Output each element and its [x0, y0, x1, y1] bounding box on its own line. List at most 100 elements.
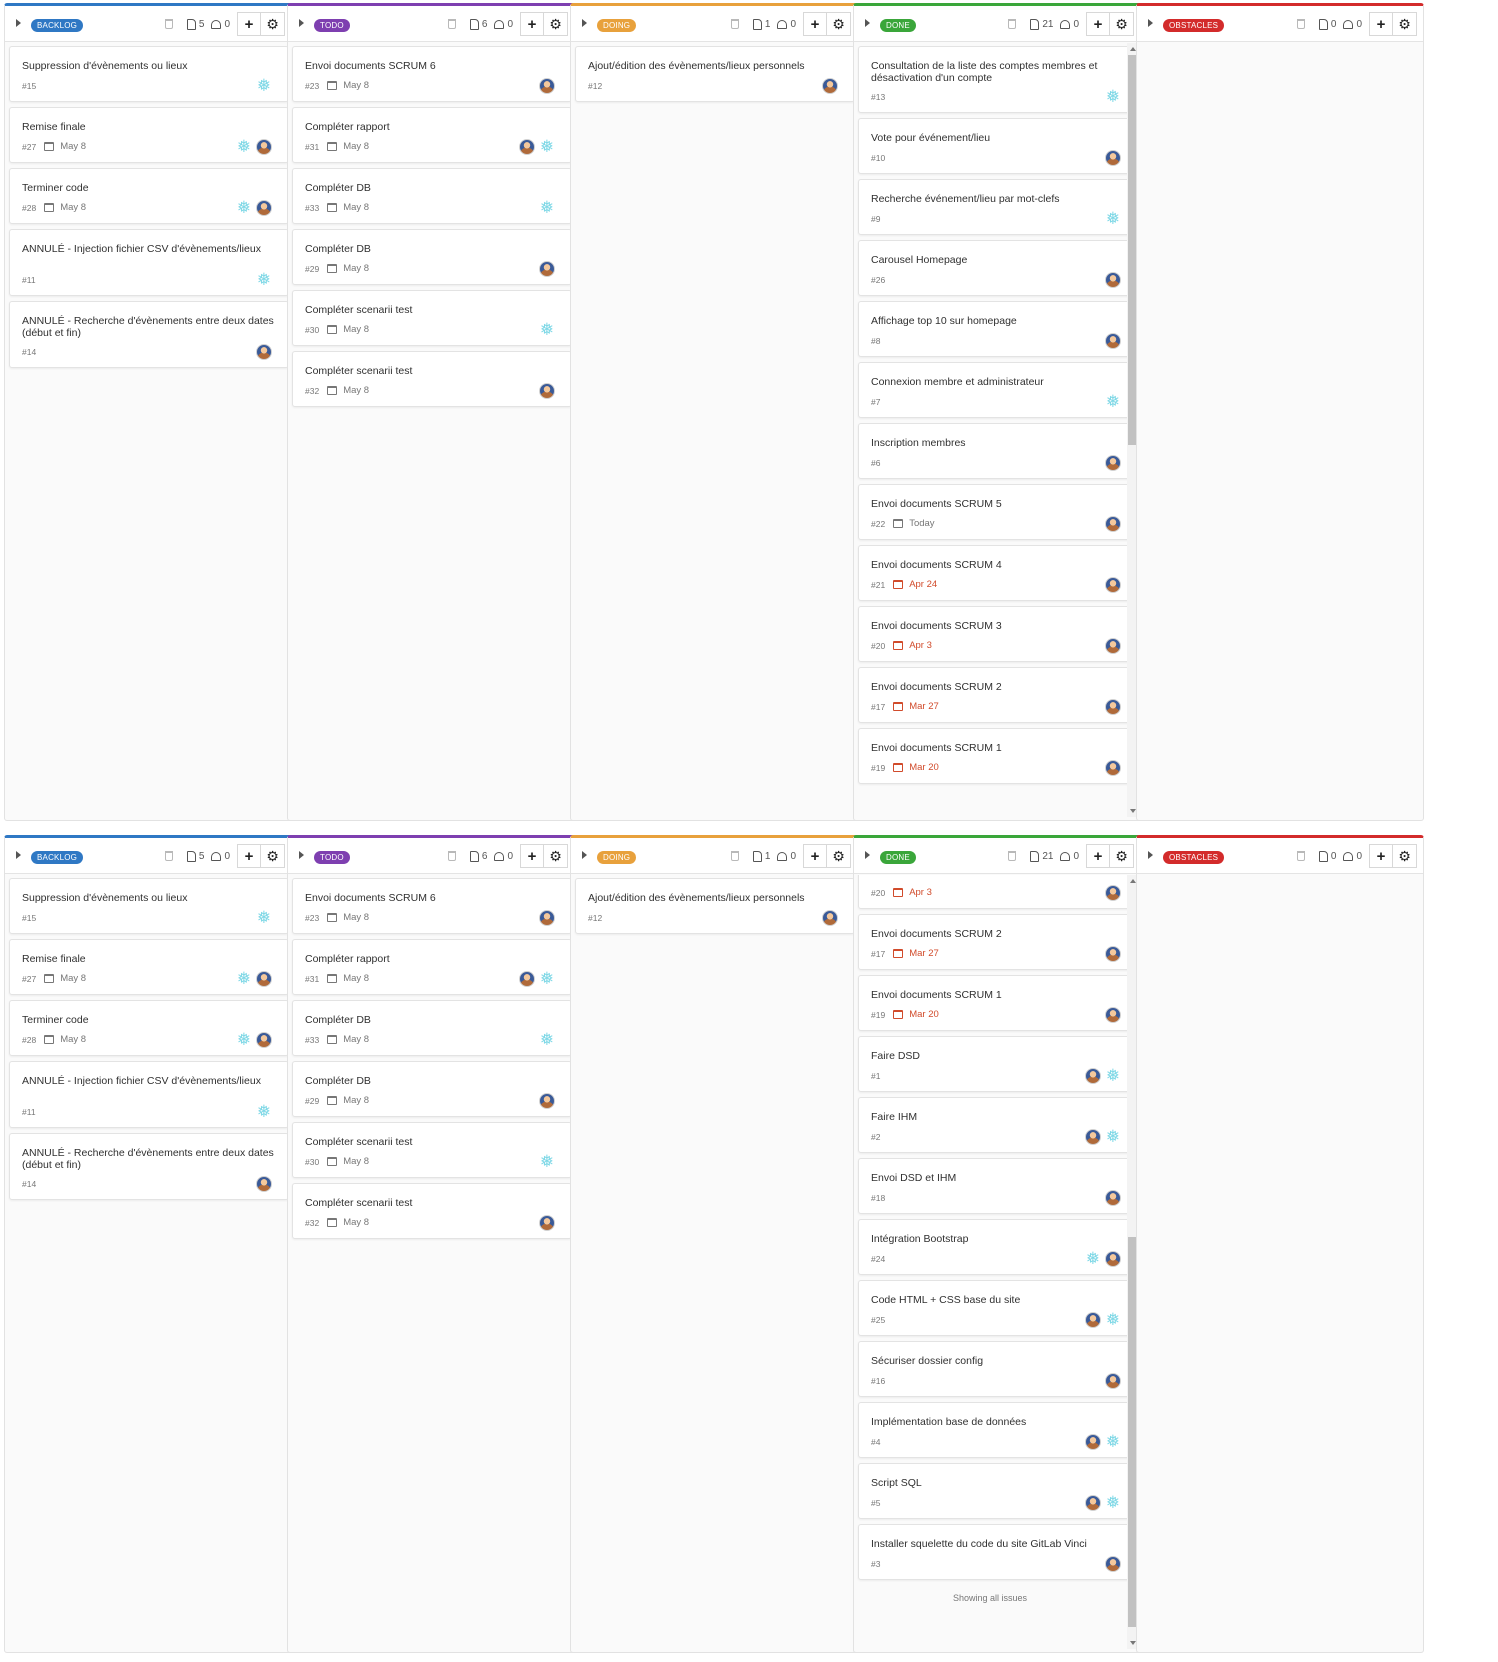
caret-right-icon[interactable] [582, 19, 587, 27]
issue-title[interactable]: Envoi documents SCRUM 6 [305, 892, 561, 904]
issue-title[interactable]: Vote pour événement/lieu [871, 132, 1127, 144]
trash-icon[interactable] [1008, 19, 1017, 29]
snowflake-avatar-icon[interactable]: ❅ [539, 138, 555, 155]
issue-title[interactable]: ANNULÉ - Injection fichier CSV d'évèneme… [22, 1075, 278, 1087]
trash-icon[interactable] [447, 19, 456, 29]
gear-icon[interactable]: ⚙ [1110, 844, 1134, 868]
issue-card[interactable]: Recherche événement/lieu par mot-clefs #9… [858, 179, 1138, 235]
avatar[interactable] [1085, 1434, 1101, 1450]
trash-icon[interactable] [447, 851, 456, 861]
issue-card[interactable]: Envoi documents SCRUM 2 #17 Mar 27 [858, 914, 1138, 970]
avatar[interactable] [1105, 946, 1121, 962]
issue-title[interactable]: Implémentation base de données [871, 1416, 1127, 1428]
issue-title[interactable]: Compléter DB [305, 1075, 561, 1087]
issue-title[interactable]: Terminer code [22, 1014, 278, 1026]
issue-title[interactable]: Ajout/édition des évènements/lieux perso… [588, 60, 844, 72]
avatar[interactable] [1085, 1068, 1101, 1084]
avatar[interactable] [1085, 1129, 1101, 1145]
avatar[interactable] [1105, 150, 1121, 166]
issue-card[interactable]: Compléter scenarii test #32 May 8 [292, 351, 572, 407]
add-issue-button[interactable]: + [1086, 12, 1110, 36]
issue-title[interactable]: ANNULÉ - Injection fichier CSV d'évèneme… [22, 243, 278, 255]
caret-right-icon[interactable] [865, 19, 870, 27]
snowflake-avatar-icon[interactable]: ❅ [256, 1103, 272, 1120]
issue-card[interactable]: Compléter DB #33 May 8 ❅ [292, 168, 572, 224]
issue-card[interactable]: ANNULÉ - Recherche d'évènements entre de… [9, 1133, 289, 1200]
issue-title[interactable]: Envoi documents SCRUM 1 [871, 989, 1127, 1001]
avatar[interactable] [822, 78, 838, 94]
add-issue-button[interactable]: + [237, 844, 261, 868]
issue-card[interactable]: Compléter scenarii test #32 May 8 [292, 1183, 572, 1239]
issue-card[interactable]: Compléter scenarii test #30 May 8 ❅ [292, 1122, 572, 1178]
issue-title[interactable]: Compléter rapport [305, 953, 561, 965]
issue-card[interactable]: Envoi documents SCRUM 4 #21 Apr 24 [858, 545, 1138, 601]
issue-card[interactable]: Script SQL #5 ❅ [858, 1463, 1138, 1519]
avatar[interactable] [256, 344, 272, 360]
snowflake-avatar-icon[interactable]: ❅ [539, 970, 555, 987]
avatar[interactable] [1105, 1373, 1121, 1389]
issue-card[interactable]: Inscription membres #6 [858, 423, 1138, 479]
column-label[interactable]: BACKLOG [31, 19, 84, 32]
snowflake-avatar-icon[interactable]: ❅ [1105, 1311, 1121, 1328]
issue-card[interactable]: Envoi DSD et IHM #18 [858, 1158, 1138, 1214]
snowflake-avatar-icon[interactable]: ❅ [539, 321, 555, 338]
issue-card[interactable]: Envoi documents SCRUM 3 #20 Apr 3 [858, 606, 1138, 662]
snowflake-avatar-icon[interactable]: ❅ [1105, 1067, 1121, 1084]
issue-card[interactable]: ANNULÉ - Recherche d'évènements entre de… [9, 301, 289, 368]
issue-card[interactable]: Compléter scenarii test #30 May 8 ❅ [292, 290, 572, 346]
caret-right-icon[interactable] [1148, 19, 1153, 27]
issue-title[interactable]: Compléter DB [305, 243, 561, 255]
issue-title[interactable]: Compléter scenarii test [305, 304, 561, 316]
snowflake-avatar-icon[interactable]: ❅ [539, 1031, 555, 1048]
issue-title[interactable]: Compléter scenarii test [305, 1136, 561, 1148]
issue-card[interactable]: Suppression d'évènements ou lieux #15 ❅ [9, 878, 289, 934]
avatar[interactable] [1105, 1190, 1121, 1206]
issue-card[interactable]: Consultation de la liste des comptes mem… [858, 46, 1138, 113]
snowflake-avatar-icon[interactable]: ❅ [1105, 1128, 1121, 1145]
column-label[interactable]: DOING [597, 19, 637, 32]
issue-title[interactable]: Compléter scenarii test [305, 365, 561, 377]
avatar[interactable] [1085, 1495, 1101, 1511]
issue-card[interactable]: Terminer code #28 May 8 ❅ [9, 1000, 289, 1056]
issue-title[interactable]: Envoi documents SCRUM 3 [871, 620, 1127, 632]
avatar[interactable] [822, 910, 838, 926]
issue-card[interactable]: Envoi documents SCRUM 1 #19 Mar 20 [858, 728, 1138, 784]
avatar[interactable] [539, 261, 555, 277]
snowflake-avatar-icon[interactable]: ❅ [1085, 1250, 1101, 1267]
snowflake-avatar-icon[interactable]: ❅ [256, 77, 272, 94]
issue-title[interactable]: Compléter scenarii test [305, 1197, 561, 1209]
avatar[interactable] [1105, 638, 1121, 654]
avatar[interactable] [1105, 699, 1121, 715]
issue-card[interactable]: Sécuriser dossier config #16 [858, 1341, 1138, 1397]
issue-title[interactable]: Envoi documents SCRUM 6 [305, 60, 561, 72]
issue-card[interactable]: Envoi documents SCRUM 6 #23 May 8 [292, 46, 572, 102]
issue-title[interactable]: Suppression d'évènements ou lieux [22, 60, 278, 72]
avatar[interactable] [256, 971, 272, 987]
snowflake-avatar-icon[interactable]: ❅ [256, 271, 272, 288]
column-label[interactable]: TODO [314, 19, 350, 32]
column-label[interactable]: OBSTACLES [1163, 851, 1225, 864]
issue-title[interactable]: Installer squelette du code du site GitL… [871, 1538, 1127, 1550]
avatar[interactable] [539, 910, 555, 926]
issue-card[interactable]: Envoi documents SCRUM 2 #17 Mar 27 [858, 667, 1138, 723]
issue-title[interactable]: Compléter DB [305, 182, 561, 194]
column-label[interactable]: TODO [314, 851, 350, 864]
caret-right-icon[interactable] [865, 851, 870, 859]
issue-card[interactable]: Compléter rapport #31 May 8 ❅ [292, 939, 572, 995]
issue-title[interactable]: Faire DSD [871, 1050, 1127, 1062]
issue-card[interactable]: Compléter DB #29 May 8 [292, 1061, 572, 1117]
gear-icon[interactable]: ⚙ [827, 12, 851, 36]
column-label[interactable]: DOING [597, 851, 637, 864]
avatar[interactable] [256, 139, 272, 155]
add-issue-button[interactable]: + [520, 844, 544, 868]
issue-title[interactable]: Script SQL [871, 1477, 1127, 1489]
issue-title[interactable]: Remise finale [22, 121, 278, 133]
caret-right-icon[interactable] [16, 851, 21, 859]
trash-icon[interactable] [1296, 19, 1305, 29]
avatar[interactable] [539, 78, 555, 94]
avatar[interactable] [539, 1093, 555, 1109]
avatar[interactable] [519, 971, 535, 987]
avatar[interactable] [1105, 885, 1121, 901]
snowflake-avatar-icon[interactable]: ❅ [1105, 1433, 1121, 1450]
snowflake-avatar-icon[interactable]: ❅ [1105, 210, 1121, 227]
